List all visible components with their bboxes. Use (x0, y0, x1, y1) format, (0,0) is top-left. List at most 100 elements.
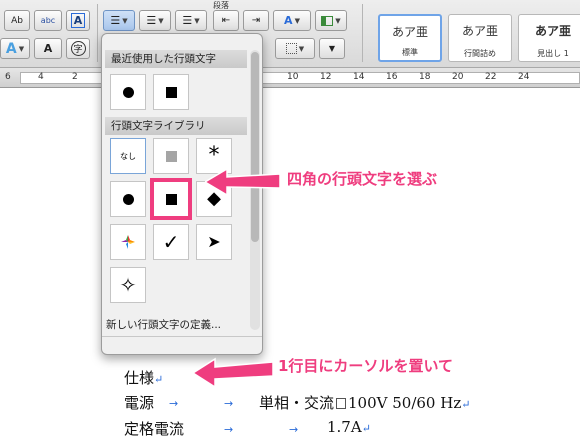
enclosed-character-icon: 字 (70, 41, 86, 56)
text-direction-button[interactable]: A ▼ (273, 10, 311, 31)
panel-scroll-thumb[interactable] (251, 52, 259, 242)
enclose-character-button[interactable]: 字 (66, 38, 90, 59)
ruler-number: 24 (518, 72, 530, 82)
columns-button[interactable]: ▼ (315, 10, 347, 31)
ruler-number: 12 (320, 72, 332, 82)
recent-bullets-header: 最近使用した行頭文字 (105, 50, 247, 68)
ribbon-separator (97, 4, 98, 62)
doc-label: 定格電流 (124, 420, 185, 438)
decrease-indent-icon: ⇤ (221, 15, 231, 26)
bullets-button[interactable]: ☰ ▼ (103, 10, 135, 31)
shading-button[interactable]: ▼ (319, 38, 345, 59)
style-normal[interactable]: あア亜 標準 (378, 14, 442, 62)
callout-place-cursor: 1行目にカーソルを置いて (278, 357, 453, 375)
callout-arrow-icon (205, 167, 280, 197)
word-window: { "ribbon": { "paragraph_group_label": "… (0, 0, 580, 446)
style-no-spacing[interactable]: あア亜 行間詰め (448, 14, 512, 62)
paragraph-mark-icon: ↵ (461, 398, 471, 411)
paragraph-mark-icon: ↵ (361, 422, 371, 435)
arrowhead-icon: ➤ (207, 232, 221, 251)
ruler-number: 10 (287, 72, 299, 82)
character-border-icon: A (43, 42, 53, 55)
multilevel-list-icon: ☰ (182, 14, 193, 27)
decrease-indent-button[interactable]: ⇤ (213, 10, 239, 31)
ruler-number: 2 (72, 72, 78, 82)
filled-circle-icon (122, 193, 134, 205)
style-sample: あア亜 (391, 25, 428, 39)
character-border-button[interactable]: A (34, 38, 62, 59)
recent-bullet-square[interactable] (153, 74, 189, 110)
doc-line-power[interactable]: 電源 (124, 392, 154, 413)
doc-text: 仕様 (124, 369, 155, 387)
increase-indent-icon: ⇥ (251, 15, 261, 26)
style-sample: あア亜 (534, 24, 571, 38)
increase-indent-button[interactable]: ⇥ (243, 10, 269, 31)
doc-value: 単相・交流 (259, 394, 335, 412)
text-box-button[interactable]: A (66, 10, 90, 31)
filled-square-icon (165, 86, 177, 98)
spell-check-icon: abc (40, 16, 56, 25)
doc-value: 1.7A (327, 418, 362, 436)
bullet-arrowhead[interactable]: ➤ (196, 224, 232, 260)
bullet-four-point-star[interactable]: ✧ (110, 267, 146, 303)
doc-line-power-value[interactable]: 単相・交流 100V 50/60 Hz↵ (259, 392, 470, 413)
change-case-icon: Ab (11, 15, 23, 26)
bullet-gray-square[interactable] (153, 138, 189, 174)
tab-mark-icon: → (224, 397, 234, 410)
callout-choose-square: 四角の行頭文字を選ぶ (287, 170, 438, 188)
style-sample: あア亜 (461, 24, 498, 38)
callout-arrow-icon (193, 357, 273, 388)
ruler-number: 14 (353, 72, 365, 82)
ribbon-separator (362, 4, 363, 62)
paragraph-mark-icon: ↵ (154, 373, 164, 386)
recent-bullet-dot[interactable] (110, 74, 146, 110)
borders-button[interactable]: ▼ (275, 38, 315, 59)
full-width-space-mark-icon (336, 398, 347, 409)
doc-line-title[interactable]: 仕様↵ (124, 367, 163, 388)
columns-icon (321, 15, 334, 26)
horizontal-ruler[interactable]: 6 4 2 2 4 6 8 10 12 14 16 18 20 22 24 (0, 68, 580, 88)
bullet-square[interactable] (153, 181, 189, 217)
bullet-library-header: 行頭文字ライブラリ (105, 117, 247, 135)
four-point-star-icon: ✧ (119, 273, 137, 297)
gray-square-icon (165, 150, 177, 162)
spelling-button[interactable]: abc (34, 10, 62, 31)
numbered-list-icon: ☰ (146, 14, 157, 27)
text-direction-icon: A (284, 14, 293, 27)
document-page[interactable]: 仕様↵ 電源 → → 単相・交流 100V 50/60 Hz↵ 定格電流 → → … (0, 88, 580, 446)
ruler-number: 16 (386, 72, 398, 82)
ruler-number: 18 (419, 72, 431, 82)
tab-mark-icon: → (289, 423, 299, 436)
change-case-button[interactable]: Ab (4, 10, 30, 31)
style-name: 見出し 1 (537, 49, 569, 58)
check-mark-icon: ✓ (162, 230, 180, 254)
ruler-number: 4 (38, 72, 44, 82)
ruler-number: 6 (5, 72, 11, 82)
filled-circle-icon (122, 86, 134, 98)
tab-mark-icon: → (224, 423, 234, 436)
text-box-icon: A (70, 13, 86, 28)
bullet-four-color[interactable] (110, 224, 146, 260)
asterisk-icon: * (208, 143, 220, 168)
text-effects-button[interactable]: A ▼ (0, 38, 30, 59)
bulleted-list-icon: ☰ (110, 14, 121, 27)
bullet-check[interactable]: ✓ (153, 224, 189, 260)
doc-line-current-value[interactable]: 1.7A↵ (327, 418, 371, 436)
ribbon-toolbar: 段落 Ab abc A A ▼ A 字 ☰ ▼ ☰ ▼ ☰ ▼ ⇤ ⇥ A ▼ ▼ ▼ ▼ (0, 0, 580, 68)
none-label: なし (120, 151, 136, 161)
style-heading-1[interactable]: あア亜 見出し 1 (518, 14, 580, 62)
bullet-none[interactable]: なし (110, 138, 146, 174)
style-name: 行間詰め (464, 49, 496, 58)
numbering-button[interactable]: ☰ ▼ (139, 10, 171, 31)
ruler-number: 22 (485, 72, 497, 82)
style-name: 標準 (402, 48, 418, 57)
text-effects-icon: A (5, 40, 17, 57)
bullet-dot[interactable] (110, 181, 146, 217)
doc-label: 電源 (124, 394, 155, 412)
borders-icon (285, 43, 297, 54)
tab-mark-icon: → (169, 397, 179, 410)
multilevel-list-button[interactable]: ☰ ▼ (175, 10, 207, 31)
define-new-bullet-item[interactable]: 新しい行頭文字の定義... (106, 317, 221, 332)
doc-line-current[interactable]: 定格電流 (124, 418, 184, 439)
shading-icon: ▼ (328, 44, 336, 53)
